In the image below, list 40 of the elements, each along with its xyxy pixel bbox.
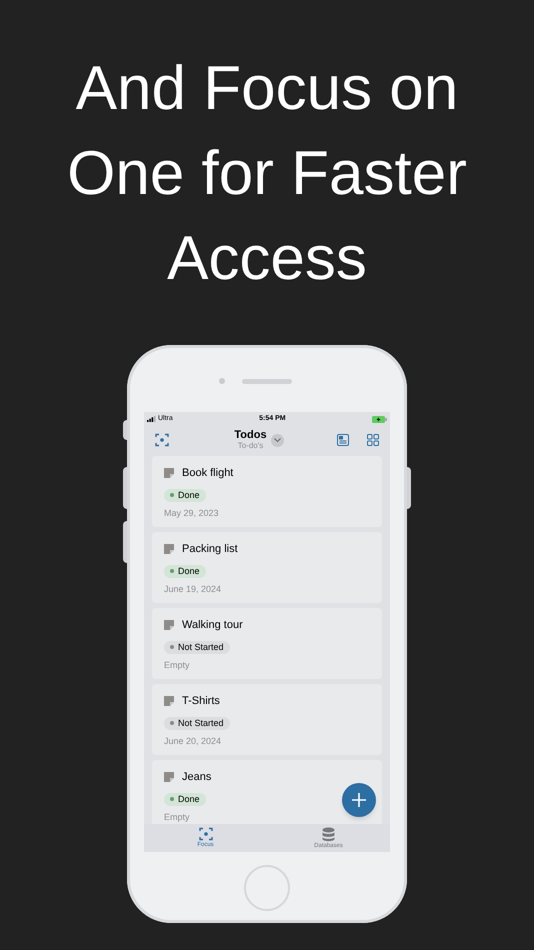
status-badge: Not Started <box>164 716 230 730</box>
focus-icon <box>198 827 212 841</box>
signal-icon <box>147 416 156 422</box>
todo-card[interactable]: T-Shirts Not Started June 20, 2024 <box>152 684 382 755</box>
todo-date: Empty <box>164 660 191 670</box>
todo-title: Walking tour <box>182 618 243 633</box>
todo-title: T-Shirts <box>182 694 220 709</box>
todo-card[interactable]: Jeans Done Empty <box>152 760 382 824</box>
note-icon <box>164 696 174 706</box>
nav-title: Todos <box>234 430 267 441</box>
todo-card[interactable]: Book flight Done May 29, 2023 <box>152 456 382 527</box>
todo-card[interactable]: Walking tour Not Started Empty <box>152 608 382 679</box>
todo-title: Jeans <box>182 770 212 785</box>
note-icon <box>164 772 174 782</box>
battery-icon <box>372 416 387 422</box>
nav-subtitle: To-do's <box>238 442 264 450</box>
focus-icon <box>155 433 169 447</box>
dropdown-button[interactable] <box>270 434 284 446</box>
card-view-icon[interactable] <box>337 434 349 446</box>
chevron-down-icon <box>274 438 281 442</box>
note-icon <box>164 468 174 478</box>
headline: And Focus on One for Faster Access <box>66 53 468 295</box>
todo-date: June 20, 2024 <box>164 736 222 746</box>
database-icon <box>322 827 335 842</box>
note-icon <box>164 620 174 630</box>
note-icon <box>164 544 174 554</box>
todo-title: Book flight <box>182 466 234 481</box>
status-badge: Done <box>164 792 206 806</box>
status-badge: Done <box>164 488 206 502</box>
speaker <box>242 379 292 384</box>
grid-icon[interactable] <box>367 434 379 446</box>
todo-card[interactable]: Packing list Done June 19, 2024 <box>152 532 382 603</box>
status-badge: Not Started <box>164 640 230 654</box>
plus-icon <box>352 793 366 807</box>
todo-date: May 29, 2023 <box>164 508 220 518</box>
todo-title: Packing list <box>182 542 238 557</box>
status-badge: Done <box>164 564 206 578</box>
camera <box>219 378 225 384</box>
todo-date: Empty <box>164 812 191 822</box>
todo-date: June 19, 2024 <box>164 584 222 594</box>
